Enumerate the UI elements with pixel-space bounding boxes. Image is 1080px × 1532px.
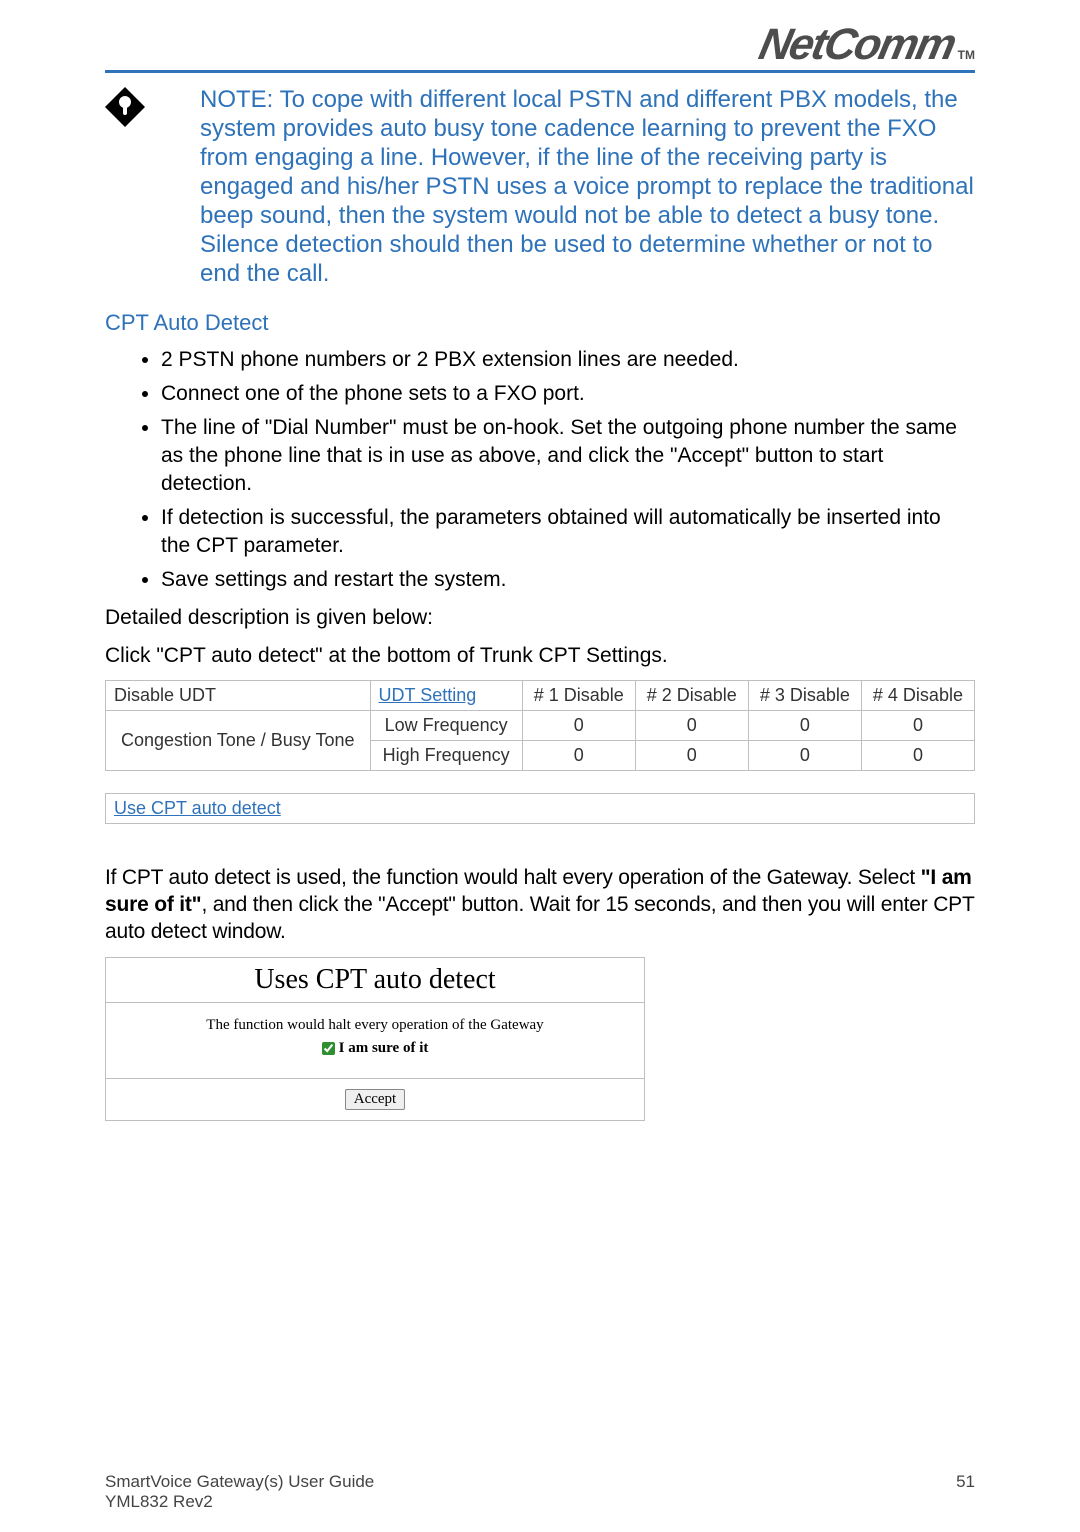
list-item: Connect one of the phone sets to a FXO p…	[161, 380, 975, 408]
cpt-auto-detect-dialog: Uses CPT auto detect The function would …	[105, 957, 645, 1121]
list-item: Save settings and restart the system.	[161, 566, 975, 594]
table-cell: 0	[748, 741, 861, 771]
col-header: # 3 Disable	[748, 681, 861, 711]
list-item: The line of "Dial Number" must be on-hoo…	[161, 414, 975, 498]
table-cell: 0	[861, 711, 974, 741]
section-title: CPT Auto Detect	[105, 310, 975, 336]
col-header: # 2 Disable	[635, 681, 748, 711]
paragraph-text: If CPT auto detect is used, the function…	[105, 864, 975, 945]
dialog-title: Uses CPT auto detect	[106, 958, 645, 1003]
alert-diamond-icon	[105, 87, 145, 127]
note-text: NOTE: To cope with different local PSTN …	[200, 85, 975, 288]
page-number: 51	[956, 1472, 975, 1512]
sure-label: I am sure of it	[339, 1040, 429, 1057]
row-label: Congestion Tone / Busy Tone	[106, 711, 371, 771]
table-cell: 0	[635, 741, 748, 771]
dialog-warning-text: The function would halt every operation …	[116, 1017, 634, 1034]
table-cell: 0	[861, 741, 974, 771]
udt-setting-link[interactable]: UDT Setting	[370, 681, 522, 711]
col-header: # 4 Disable	[861, 681, 974, 711]
udt-settings-table: Disable UDT UDT Setting # 1 Disable # 2 …	[105, 680, 975, 771]
col-header: # 1 Disable	[522, 681, 635, 711]
table-cell: 0	[748, 711, 861, 741]
brand-logo: NetComm TM	[760, 20, 975, 70]
brand-wordmark: NetComm	[755, 20, 959, 70]
sub-label: High Frequency	[370, 741, 522, 771]
use-cpt-auto-detect-link[interactable]: Use CPT auto detect	[114, 798, 281, 818]
use-cpt-link-box: Use CPT auto detect	[105, 793, 975, 824]
bullet-list: 2 PSTN phone numbers or 2 PBX extension …	[105, 346, 975, 594]
description-text: Detailed description is given below:	[105, 604, 975, 632]
list-item: 2 PSTN phone numbers or 2 PBX extension …	[161, 346, 975, 374]
brand-tm: TM	[958, 48, 975, 62]
disable-udt-label: Disable UDT	[106, 681, 371, 711]
table-cell: 0	[635, 711, 748, 741]
footer-rev: YML832 Rev2	[105, 1492, 374, 1512]
header-rule	[105, 70, 975, 73]
accept-button[interactable]: Accept	[345, 1089, 405, 1110]
page-footer: SmartVoice Gateway(s) User Guide YML832 …	[105, 1472, 975, 1512]
description-text: Click "CPT auto detect" at the bottom of…	[105, 642, 975, 670]
table-cell: 0	[522, 741, 635, 771]
sub-label: Low Frequency	[370, 711, 522, 741]
sure-checkbox-row[interactable]: I am sure of it	[322, 1040, 429, 1057]
page-header: NetComm TM	[105, 20, 975, 70]
i-am-sure-checkbox[interactable]	[322, 1042, 335, 1055]
list-item: If detection is successful, the paramete…	[161, 504, 975, 560]
footer-title: SmartVoice Gateway(s) User Guide	[105, 1472, 374, 1492]
table-cell: 0	[522, 711, 635, 741]
